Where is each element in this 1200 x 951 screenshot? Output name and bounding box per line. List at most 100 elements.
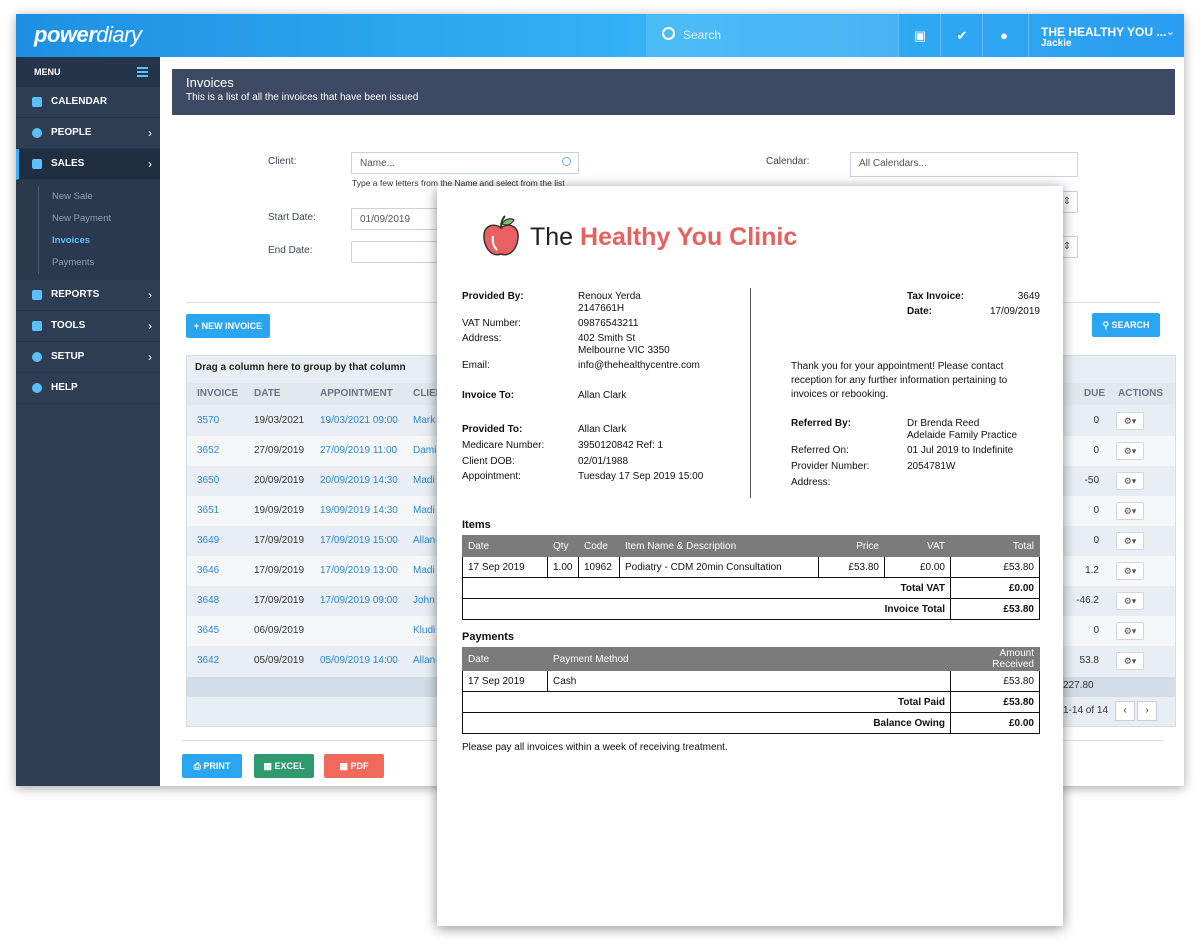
due-cell: -46.2 — [1076, 595, 1099, 606]
sidebar-item-calendar[interactable]: CALENDAR — [16, 87, 160, 118]
appointment-cell[interactable]: 19/09/2019 14:30 — [320, 496, 398, 526]
sidebar-item-people[interactable]: PEOPLE › — [16, 118, 160, 149]
sidebar-item-reports[interactable]: REPORTS › — [16, 280, 160, 311]
row-actions-button[interactable]: ⚙▾ — [1116, 562, 1144, 580]
chevron-down-icon: ⌄ — [1165, 26, 1175, 38]
client-search-input[interactable]: Name... — [351, 152, 579, 174]
client-cell[interactable]: Allan — [413, 646, 435, 676]
client-cell[interactable]: Madi — [413, 556, 435, 586]
items-header-name: Item Name & Description — [619, 535, 819, 557]
column-header-appointment[interactable]: APPOINTMENT — [313, 383, 410, 405]
payment-row: 17 Sep 2019 Cash £53.80 — [462, 670, 1040, 692]
sidebar-item-help[interactable]: HELP — [16, 373, 160, 404]
print-label: PRINT — [203, 761, 231, 771]
row-actions-button[interactable]: ⚙▾ — [1116, 502, 1144, 520]
end-date-input[interactable] — [351, 241, 451, 263]
search-button[interactable]: ⚲ SEARCH — [1092, 313, 1160, 337]
client-cell[interactable]: Mark — [413, 406, 435, 436]
search-input[interactable]: Search — [646, 14, 898, 57]
menu-header: MENU — [16, 57, 160, 87]
due-cell: 0 — [1093, 535, 1099, 546]
invoice-number-cell[interactable]: 3650 — [197, 466, 219, 496]
row-actions-button[interactable]: ⚙▾ — [1116, 532, 1144, 550]
sidebar-subitem-payments[interactable]: Payments — [16, 252, 160, 274]
start-date-input[interactable]: 01/09/2019 — [351, 208, 451, 230]
appointment-cell[interactable]: 17/09/2019 09:00 — [320, 586, 398, 616]
date-cell: 17/09/2019 — [254, 535, 305, 546]
tasks-button[interactable]: ✔ — [940, 14, 983, 57]
client-cell[interactable]: Kludi — [413, 616, 435, 646]
user-menu[interactable]: THE HEALTHY YOU ... Jackie ⌄ — [1028, 14, 1184, 57]
chevron-right-icon: › — [148, 157, 152, 171]
item-vat: £0.00 — [884, 556, 951, 578]
email-label: Email: — [462, 360, 490, 371]
sidebar: MENU CALENDAR PEOPLE › SALES › New Sale Ne… — [16, 57, 160, 786]
messages-button[interactable]: ● — [982, 14, 1025, 57]
sidebar-subitem-invoices[interactable]: Invoices — [16, 230, 160, 252]
appointment: Tuesday 17 Sep 2019 15:00 — [578, 471, 704, 482]
row-actions-button[interactable]: ⚙▾ — [1116, 412, 1144, 430]
clipboard-button[interactable]: ▣ — [898, 14, 941, 57]
column-header-invoice[interactable]: INVOICE — [187, 383, 255, 405]
print-button[interactable]: ⎙ PRINT — [182, 754, 242, 778]
appointment-cell[interactable]: 17/09/2019 13:00 — [320, 556, 398, 586]
invoice-number-cell[interactable]: 3645 — [197, 616, 219, 646]
invoice-number-cell[interactable]: 3652 — [197, 436, 219, 466]
items-header-qty: Qty — [547, 535, 579, 557]
payment-amount: £53.80 — [950, 670, 1040, 692]
row-actions-button[interactable]: ⚙▾ — [1116, 442, 1144, 460]
due-cell: 0 — [1093, 505, 1099, 516]
clipboard-icon: ▣ — [913, 28, 927, 43]
row-actions-button[interactable]: ⚙▾ — [1116, 472, 1144, 490]
apple-logo-icon — [483, 215, 519, 256]
search-placeholder: Search — [683, 28, 722, 42]
sidebar-item-tools[interactable]: TOOLS › — [16, 311, 160, 342]
sidebar-item-sales[interactable]: SALES › — [16, 149, 160, 180]
prev-page-button[interactable]: ‹ — [1115, 701, 1135, 721]
printer-icon: ⎙ — [193, 761, 204, 771]
page-title: Invoices — [186, 75, 234, 90]
calendar-select[interactable]: All Calendars... — [850, 152, 1078, 177]
client-cell[interactable]: Madi — [413, 466, 435, 496]
logo[interactable]: powerdiary — [34, 22, 142, 48]
client-cell[interactable]: Dami — [413, 436, 436, 466]
column-header-date[interactable]: DATE — [247, 383, 317, 405]
pager-text: 1-14 of 14 — [1063, 705, 1109, 716]
payments-table: Date Payment Method Amount Received 17 S… — [462, 647, 1040, 734]
sidebar-item-label: CALENDAR — [51, 96, 108, 107]
invoice-number-cell[interactable]: 3651 — [197, 496, 219, 526]
total-paid-row: Total Paid £53.80 — [462, 691, 1040, 713]
pdf-button[interactable]: ▦ PDF — [324, 754, 384, 778]
client-cell[interactable]: Allan — [413, 526, 435, 556]
sidebar-subitem-new-sale[interactable]: New Sale — [16, 186, 160, 208]
menu-label: MENU — [34, 67, 61, 77]
total-paid-label: Total Paid — [462, 691, 951, 713]
sidebar-item-setup[interactable]: SETUP › — [16, 342, 160, 373]
row-actions-button[interactable]: ⚙▾ — [1116, 622, 1144, 640]
medicare-number: 3950120842 Ref: 1 — [578, 440, 664, 451]
invoice-number-cell[interactable]: 3648 — [197, 586, 219, 616]
appointment-cell[interactable]: 05/09/2019 14:00 — [320, 646, 398, 676]
row-actions-button[interactable]: ⚙▾ — [1116, 592, 1144, 610]
invoice-number-cell[interactable]: 3642 — [197, 646, 219, 676]
appointment-cell[interactable]: 17/09/2019 15:00 — [320, 526, 398, 556]
next-page-button[interactable]: › — [1137, 701, 1157, 721]
payments-header-row: Date Payment Method Amount Received — [462, 647, 1040, 671]
provided-by-number: 2147661H — [578, 303, 625, 314]
invoice-number-cell[interactable]: 3649 — [197, 526, 219, 556]
invoice-number-cell[interactable]: 3570 — [197, 406, 219, 436]
appointment-cell[interactable]: 20/09/2019 14:30 — [320, 466, 398, 496]
new-invoice-button[interactable]: + NEW INVOICE — [186, 314, 270, 338]
appointment-cell[interactable]: 19/03/2021 09:00 — [320, 406, 398, 436]
excel-button[interactable]: ▦ EXCEL — [254, 754, 314, 778]
client-cell[interactable]: John — [413, 586, 435, 616]
row-actions-button[interactable]: ⚙▾ — [1116, 652, 1144, 670]
hamburger-icon[interactable] — [137, 67, 148, 79]
invoice-to-label: Invoice To: — [462, 390, 515, 401]
appointment-cell[interactable]: 27/09/2019 11:00 — [320, 436, 397, 466]
invoice-number-cell[interactable]: 3646 — [197, 556, 219, 586]
gear-icon — [32, 352, 42, 362]
client-cell[interactable]: Madi — [413, 496, 435, 526]
sidebar-subitem-new-payment[interactable]: New Payment — [16, 208, 160, 230]
dob-label: Client DOB: — [462, 456, 515, 467]
